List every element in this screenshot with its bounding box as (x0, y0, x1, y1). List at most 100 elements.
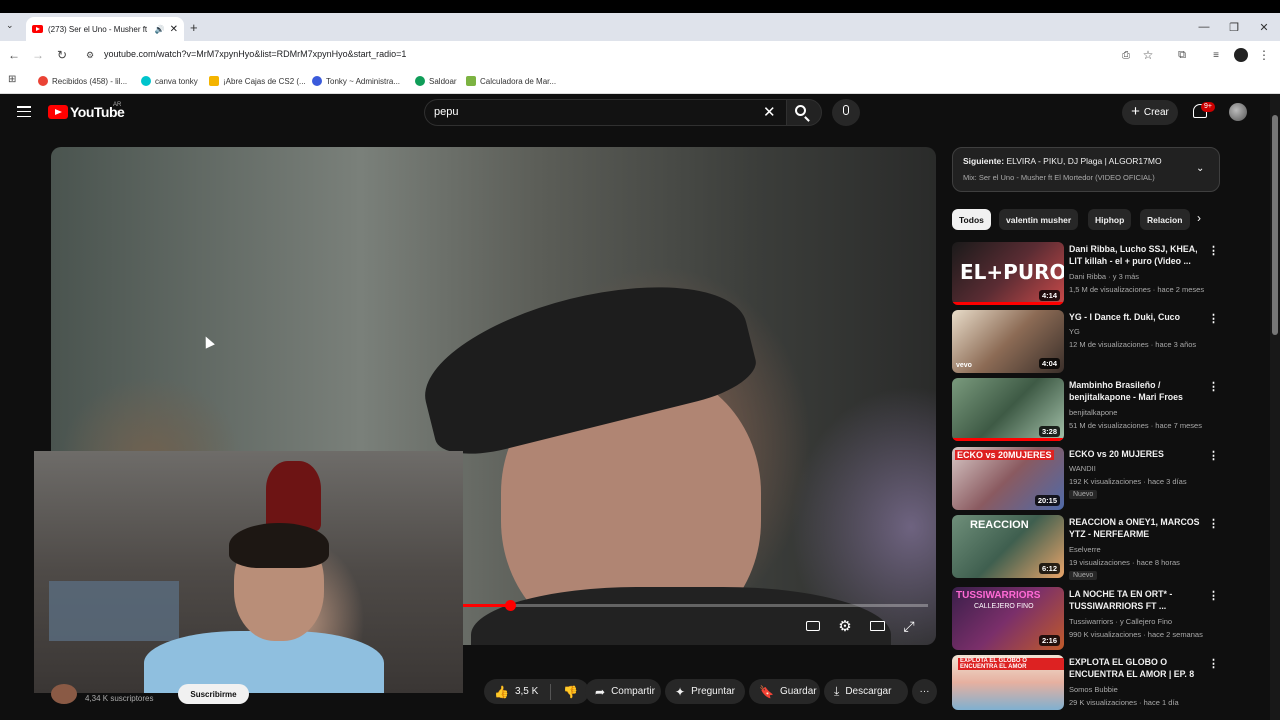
more-vertical-icon[interactable]: ⋮ (1208, 380, 1219, 393)
recommendation-item[interactable]: REACCION 6:12 REACCION a ONEY1, MARCOS YT… (952, 515, 1222, 581)
channel-name[interactable]: Dani Ribba · y 3 más (1069, 272, 1139, 281)
clear-search-icon[interactable]: ✕ (763, 103, 776, 121)
chevron-down-icon[interactable]: ⌄ (1196, 163, 1204, 174)
video-thumbnail[interactable]: EXPLOTA EL GLOBO O ENCUENTRA EL AMOR (952, 655, 1064, 710)
like-icon[interactable]: 👍 (494, 685, 509, 699)
create-button[interactable]: + Crear (1122, 100, 1178, 125)
video-thumbnail[interactable]: TUSSIWARRIORS CALLEJERO FINO 2:16 (952, 587, 1064, 650)
bookmark-item[interactable]: ¡Abre Cajas de CS2 (... (209, 74, 306, 88)
recommendation-item[interactable]: vevo 4:04 YG - I Dance ft. Duki, Cuco YG … (952, 310, 1222, 376)
channel-name[interactable]: benjitalkapone (1069, 408, 1117, 417)
bookmark-item[interactable]: Calculadora de Mar... (466, 74, 556, 88)
fullscreen-icon[interactable]: ⤢ (900, 617, 918, 635)
apps-grid-icon[interactable]: ⊞ (8, 74, 16, 85)
account-avatar[interactable] (1229, 103, 1247, 121)
extensions-icon[interactable]: ⧉ (1172, 45, 1192, 65)
audio-icon[interactable]: 🔊 (155, 25, 165, 34)
youtube-logo-icon[interactable] (48, 105, 68, 119)
progress-track[interactable] (463, 604, 928, 607)
media-controls-icon[interactable]: ≡ (1206, 45, 1226, 65)
more-vertical-icon[interactable]: ⋮ (1208, 312, 1219, 325)
maximize-icon[interactable]: ❐ (1218, 13, 1250, 41)
video-title[interactable]: LA NOCHE TA EN ORT* - TUSSIWARRIORS FT .… (1069, 588, 1204, 612)
share-button[interactable]: ➦ Compartir (585, 679, 661, 704)
video-thumbnail[interactable]: 3:28 (952, 378, 1064, 441)
recommendation-item[interactable]: 3:28 Mambinho Brasileño / benjitalkapone… (952, 378, 1222, 444)
subtitles-icon[interactable] (804, 617, 822, 635)
menu-icon[interactable] (17, 106, 31, 117)
download-button[interactable]: ⤓ Descargar (824, 679, 908, 704)
tab-close-icon[interactable]: ✕ (170, 24, 178, 35)
mic-icon[interactable] (843, 105, 849, 115)
more-vertical-icon[interactable]: ⋮ (1208, 517, 1219, 530)
chevron-right-icon[interactable]: › (1197, 211, 1201, 225)
forward-icon[interactable]: → (28, 45, 48, 65)
video-title[interactable]: Dani Ribba, Lucho SSJ, KHEA, LIT killah … (1069, 243, 1204, 267)
screen-top-bar (0, 0, 1280, 13)
video-thumbnail[interactable]: ECKO vs 20MUJERES 20:15 (952, 447, 1064, 510)
plus-icon: + (1131, 103, 1140, 120)
reload-icon[interactable]: ↻ (52, 45, 72, 65)
more-actions-button[interactable]: ··· (912, 679, 937, 704)
search-icon[interactable] (795, 105, 806, 116)
dislike-icon[interactable]: 👎 (563, 685, 578, 699)
profile-avatar[interactable] (1234, 48, 1248, 62)
playlist-next-panel[interactable] (952, 147, 1220, 192)
chip-valentin-musher[interactable]: valentin musher (999, 209, 1079, 230)
channel-name[interactable]: Somos Bubbie (1069, 685, 1118, 694)
bookmark-item[interactable]: Tonky ~ Administra... (312, 74, 400, 88)
tab-search-icon[interactable]: ⌄ (6, 20, 14, 31)
address-bar[interactable]: youtube.com/watch?v=MrM7xpynHyo&list=RDM… (104, 49, 406, 59)
video-thumbnail[interactable]: EL+PURO 4:14 (952, 242, 1064, 305)
recommendation-item[interactable]: ECKO vs 20MUJERES 20:15 ECKO vs 20 MUJERE… (952, 447, 1222, 513)
recommendation-item[interactable]: EXPLOTA EL GLOBO O ENCUENTRA EL AMOR EXP… (952, 655, 1222, 710)
like-count[interactable]: 3,5 K (515, 686, 538, 697)
channel-name[interactable]: YG (1069, 327, 1080, 336)
next-video-title[interactable]: Siguiente: ELVIRA - PIKU, DJ Plaga | ALG… (963, 156, 1162, 166)
bookmark-item[interactable]: Recibidos (458) - lil... (38, 74, 127, 88)
video-title[interactable]: EXPLOTA EL GLOBO O ENCUENTRA EL AMOR | E… (1069, 656, 1204, 680)
channel-name[interactable]: WANDII (1069, 464, 1096, 473)
bookmark-star-icon[interactable]: ☆ (1138, 45, 1158, 65)
theater-mode-icon[interactable] (868, 617, 886, 635)
more-vertical-icon[interactable]: ⋮ (1208, 657, 1219, 670)
scrollbar-thumb[interactable] (1272, 115, 1278, 335)
window-close-icon[interactable]: ✕ (1248, 13, 1280, 41)
search-input[interactable] (424, 99, 786, 126)
install-app-icon[interactable]: ⎙ (1116, 45, 1136, 65)
video-title[interactable]: REACCION a ONEY1, MARCOS YTZ - NERFEARME (1069, 516, 1204, 540)
browser-menu-icon[interactable]: ⋮ (1254, 45, 1274, 65)
bookmark-item[interactable]: Saldoar (415, 74, 457, 88)
channel-avatar[interactable] (51, 684, 77, 704)
save-button[interactable]: 🔖 Guardar (749, 679, 820, 704)
chip-relacionados[interactable]: Relacion (1140, 209, 1190, 230)
settings-gear-icon[interactable]: ⚙ (836, 617, 854, 635)
video-title[interactable]: ECKO vs 20 MUJERES (1069, 448, 1204, 460)
chip-hiphop[interactable]: Hiphop (1088, 209, 1132, 230)
more-vertical-icon[interactable]: ⋮ (1208, 589, 1219, 602)
chip-todos[interactable]: Todos (952, 209, 991, 230)
recommendation-item[interactable]: EL+PURO 4:14 Dani Ribba, Lucho SSJ, KHEA,… (952, 242, 1222, 308)
webcam-overlay (34, 451, 463, 693)
video-title[interactable]: Mambinho Brasileño / benjitalkapone - Ma… (1069, 379, 1204, 403)
channel-name[interactable]: Eselverre (1069, 545, 1101, 554)
video-thumbnail[interactable]: REACCION 6:12 (952, 515, 1064, 578)
site-info-icon[interactable]: ⚙ (80, 45, 100, 65)
video-meta: 51 M de visualizaciones · hace 7 meses (1069, 421, 1202, 430)
channel-name[interactable]: Tussiwarriors · y Callejero Fino (1069, 617, 1172, 626)
more-vertical-icon[interactable]: ⋮ (1208, 449, 1219, 462)
video-thumbnail[interactable]: vevo 4:04 (952, 310, 1064, 373)
more-vertical-icon[interactable]: ⋮ (1208, 244, 1219, 257)
ask-button[interactable]: ✦ Preguntar (665, 679, 745, 704)
recommendation-item[interactable]: TUSSIWARRIORS CALLEJERO FINO 2:16 LA NOCHE… (952, 587, 1222, 653)
browser-tab[interactable]: (273) Ser el Uno - Musher ft 🔊 ✕ (26, 17, 184, 41)
subscribe-button[interactable]: Suscribirme (178, 684, 249, 704)
back-icon[interactable]: ← (4, 45, 24, 65)
search-query[interactable]: pepu (434, 106, 458, 118)
progress-scrubber[interactable] (504, 600, 516, 611)
new-tab-icon[interactable]: + (190, 20, 198, 35)
sparkle-icon: ✦ (675, 684, 686, 699)
minimize-icon[interactable]: — (1188, 13, 1220, 41)
bookmark-item[interactable]: canva tonky (141, 74, 198, 88)
video-title[interactable]: YG - I Dance ft. Duki, Cuco (1069, 311, 1204, 323)
